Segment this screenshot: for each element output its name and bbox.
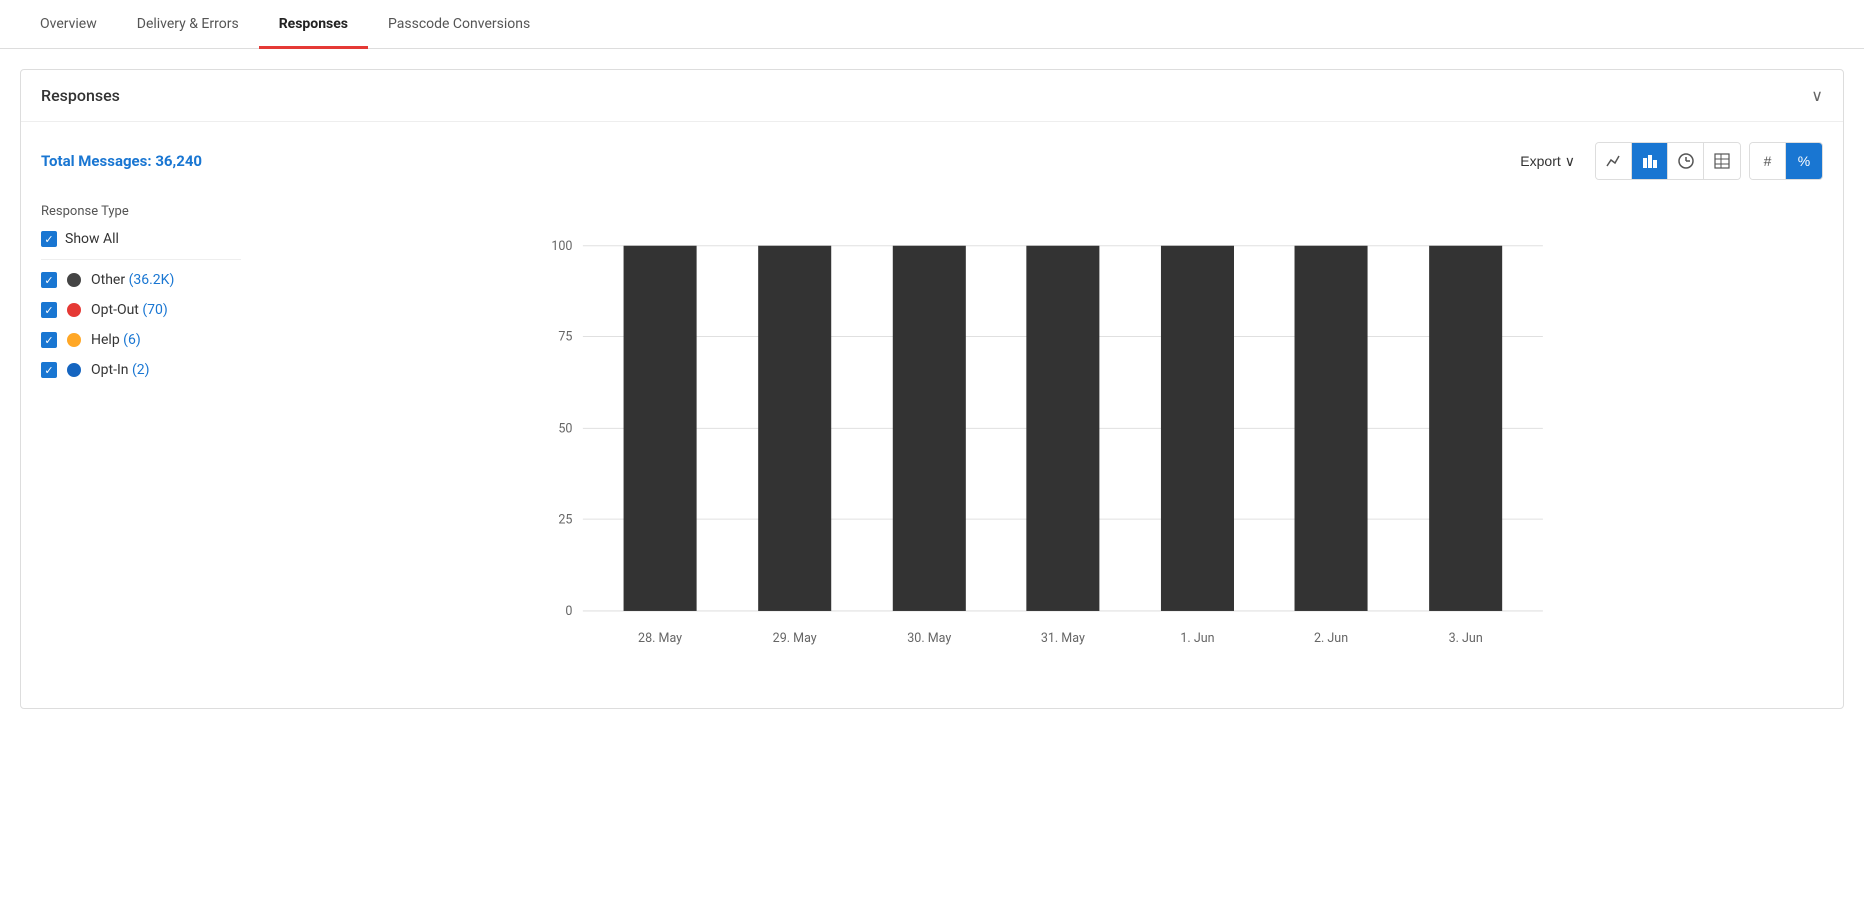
svg-text:0: 0 [565, 604, 572, 619]
table-button[interactable] [1704, 143, 1740, 179]
help-label: Help (6) [91, 332, 141, 348]
legend-panel: Response Type ✓ Show All ✓ Other (36.2K) [41, 204, 241, 688]
total-messages: Total Messages: 36,240 [41, 152, 202, 170]
svg-text:3. Jun: 3. Jun [1449, 631, 1483, 646]
top-row: Total Messages: 36,240 Export ∨ [41, 142, 1823, 180]
other-checkbox[interactable]: ✓ [41, 272, 57, 288]
svg-text:30. May: 30. May [907, 631, 951, 646]
list-item: ✓ Other (36.2K) [41, 272, 241, 288]
tab-responses[interactable]: Responses [259, 0, 368, 48]
bar-rect [624, 246, 697, 611]
optout-checkbox[interactable]: ✓ [41, 302, 57, 318]
bar-rect [758, 246, 831, 611]
optin-label: Opt-In (2) [91, 362, 150, 378]
show-all-checkbox[interactable]: ✓ [41, 231, 57, 247]
svg-text:75: 75 [558, 330, 572, 345]
optout-label: Opt-Out (70) [91, 302, 168, 318]
response-type-label: Response Type [41, 204, 241, 219]
count-button[interactable]: # [1750, 143, 1786, 179]
chart-type-selector [1595, 142, 1741, 180]
optin-checkbox[interactable]: ✓ [41, 362, 57, 378]
tabs-bar: Overview Delivery & Errors Responses Pas… [0, 0, 1864, 49]
responses-card: Responses ∨ Total Messages: 36,240 Expor… [20, 69, 1844, 709]
display-mode-selector: # % [1749, 142, 1823, 180]
help-dot [67, 333, 81, 347]
svg-text:29. May: 29. May [773, 631, 817, 646]
bar-chart-container: 100 75 50 25 0 [261, 204, 1823, 688]
optout-dot [67, 303, 81, 317]
svg-text:100: 100 [551, 239, 572, 254]
main-content: Responses ∨ Total Messages: 36,240 Expor… [0, 49, 1864, 745]
show-all-label: Show All [65, 231, 119, 247]
export-button[interactable]: Export ∨ [1508, 147, 1587, 176]
svg-text:31. May: 31. May [1041, 631, 1085, 646]
optin-dot [67, 363, 81, 377]
tab-overview[interactable]: Overview [20, 0, 117, 48]
toolbar: Export ∨ [1508, 142, 1823, 180]
other-dot [67, 273, 81, 287]
chevron-down-icon: ∨ [1565, 153, 1575, 170]
bar-chart-button[interactable] [1632, 143, 1668, 179]
svg-text:1. Jun: 1. Jun [1180, 631, 1214, 646]
show-all-row: ✓ Show All [41, 231, 241, 260]
bar-chart: 100 75 50 25 0 [261, 204, 1823, 684]
svg-text:2. Jun: 2. Jun [1314, 631, 1348, 646]
list-item: ✓ Opt-In (2) [41, 362, 241, 378]
percent-button[interactable]: % [1786, 143, 1822, 179]
svg-text:28. May: 28. May [638, 631, 682, 646]
chart-area: Response Type ✓ Show All ✓ Other (36.2K) [41, 204, 1823, 688]
bar-rect [1295, 246, 1368, 611]
bar-rect [1026, 246, 1099, 611]
bar-rect [893, 246, 966, 611]
bar-rect [1161, 246, 1234, 611]
card-title: Responses [41, 86, 120, 105]
help-checkbox[interactable]: ✓ [41, 332, 57, 348]
legend-items: ✓ Other (36.2K) ✓ Opt-Out (70) [41, 272, 241, 378]
chevron-down-icon[interactable]: ∨ [1811, 86, 1823, 105]
clock-chart-button[interactable] [1668, 143, 1704, 179]
list-item: ✓ Opt-Out (70) [41, 302, 241, 318]
svg-text:50: 50 [558, 422, 572, 437]
tab-passcode-conversions[interactable]: Passcode Conversions [368, 0, 550, 48]
other-label: Other (36.2K) [91, 272, 174, 288]
tab-delivery-errors[interactable]: Delivery & Errors [117, 0, 259, 48]
svg-text:25: 25 [558, 512, 572, 527]
line-chart-button[interactable] [1596, 143, 1632, 179]
card-body: Total Messages: 36,240 Export ∨ [21, 122, 1843, 708]
page-wrapper: Overview Delivery & Errors Responses Pas… [0, 0, 1864, 924]
bar-rect [1429, 246, 1502, 611]
card-header: Responses ∨ [21, 70, 1843, 122]
list-item: ✓ Help (6) [41, 332, 241, 348]
